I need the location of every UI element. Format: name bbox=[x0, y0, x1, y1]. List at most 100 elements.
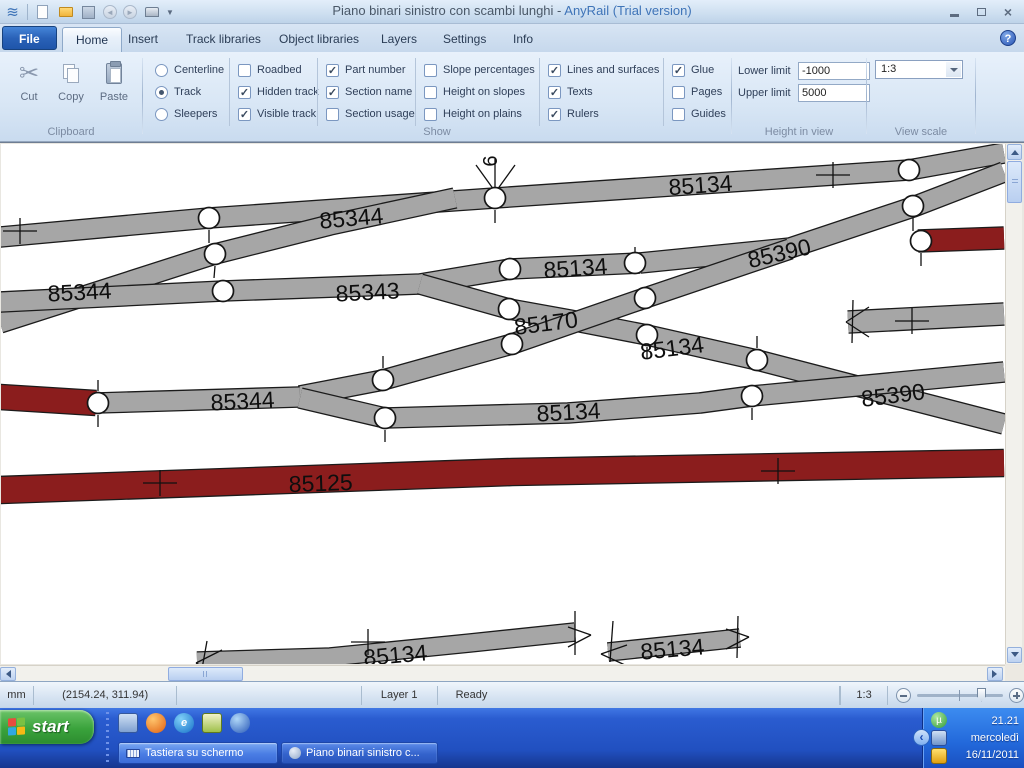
junction-endpoint[interactable] bbox=[373, 370, 394, 391]
checkbox-lines-and-surfaces[interactable]: ✓Lines and surfaces bbox=[548, 59, 663, 81]
taskbar-button-anyrail[interactable]: Piano binari sinistro c... bbox=[281, 742, 438, 764]
junction-endpoint[interactable] bbox=[635, 288, 656, 309]
radio-icon[interactable] bbox=[155, 108, 168, 121]
tray-chevron-icon[interactable]: ‹ bbox=[913, 729, 930, 746]
on-screen-keyboard-icon[interactable] bbox=[202, 713, 222, 733]
checkbox-rulers[interactable]: ✓Rulers bbox=[548, 103, 663, 125]
tab-track-libraries[interactable]: Track libraries bbox=[173, 27, 274, 52]
junction-endpoint[interactable] bbox=[899, 160, 920, 181]
checkbox-icon[interactable] bbox=[424, 86, 437, 99]
checkbox-section-name[interactable]: ✓Section name bbox=[326, 81, 415, 103]
checkbox-pages[interactable]: Pages bbox=[672, 81, 731, 103]
checkbox-icon[interactable] bbox=[672, 108, 685, 121]
checkbox-roadbed[interactable]: Roadbed bbox=[238, 59, 317, 81]
paste-button[interactable]: Paste bbox=[93, 58, 135, 120]
vertical-scrollbar[interactable] bbox=[1005, 144, 1022, 664]
junction-endpoint[interactable] bbox=[88, 393, 109, 414]
checkbox-height-on-plains[interactable]: Height on plains bbox=[424, 103, 539, 125]
media-player-icon[interactable] bbox=[230, 713, 250, 733]
scroll-right-button[interactable] bbox=[987, 667, 1003, 681]
utorrent-icon[interactable]: µ bbox=[931, 712, 947, 728]
checkbox-visible-track[interactable]: ✓Visible track bbox=[238, 103, 317, 125]
junction-endpoint[interactable] bbox=[205, 244, 226, 265]
scroll-up-button[interactable] bbox=[1007, 144, 1022, 160]
close-button[interactable]: × bbox=[998, 4, 1018, 19]
checkbox-section-usage[interactable]: Section usage bbox=[326, 103, 415, 125]
radio-sleepers[interactable]: Sleepers bbox=[155, 103, 229, 125]
track-plan-canvas[interactable]: 8534485134853448534385134853908517085134… bbox=[1, 144, 1005, 664]
taskbar-button-keyboard[interactable]: Tastiera su schermo bbox=[118, 742, 278, 764]
junction-endpoint[interactable] bbox=[213, 281, 234, 302]
junction-endpoint[interactable] bbox=[747, 350, 768, 371]
restore-button[interactable] bbox=[971, 4, 991, 19]
flex-track-segment[interactable] bbox=[1, 397, 96, 403]
copy-button[interactable]: Copy bbox=[50, 58, 92, 120]
checkbox-icon[interactable]: ✓ bbox=[238, 108, 251, 121]
active-layer-indicator[interactable]: Layer 1 bbox=[362, 686, 438, 705]
cut-button[interactable]: ✂ Cut bbox=[8, 58, 50, 120]
checkbox-icon[interactable]: ✓ bbox=[326, 86, 339, 99]
checkbox-icon[interactable]: ✓ bbox=[548, 108, 561, 121]
checkbox-icon[interactable] bbox=[326, 108, 339, 121]
internet-explorer-icon[interactable]: e bbox=[174, 713, 194, 733]
vertical-scroll-thumb[interactable] bbox=[1007, 161, 1022, 203]
minimize-button[interactable] bbox=[944, 4, 964, 19]
scroll-left-button[interactable] bbox=[0, 667, 16, 681]
view-scale-dropdown[interactable]: 1:3 bbox=[875, 60, 963, 79]
checkbox-icon[interactable] bbox=[672, 86, 685, 99]
tab-layers[interactable]: Layers bbox=[368, 27, 430, 52]
help-icon[interactable]: ? bbox=[1000, 30, 1016, 46]
junction-endpoint[interactable] bbox=[911, 231, 932, 252]
antivirus-icon[interactable] bbox=[931, 748, 947, 764]
tab-insert[interactable]: Insert bbox=[115, 27, 171, 52]
junction-endpoint[interactable] bbox=[199, 208, 220, 229]
checkbox-icon[interactable]: ✓ bbox=[672, 64, 685, 77]
junction-endpoint[interactable] bbox=[903, 196, 924, 217]
checkbox-icon[interactable] bbox=[424, 64, 437, 77]
junction-endpoint[interactable] bbox=[375, 408, 396, 429]
tab-object-libraries[interactable]: Object libraries bbox=[266, 27, 372, 52]
tab-home[interactable]: Home bbox=[62, 27, 122, 52]
junction-endpoint[interactable] bbox=[625, 253, 646, 274]
radio-centerline[interactable]: Centerline bbox=[155, 59, 229, 81]
zoom-slider-track[interactable] bbox=[917, 694, 1003, 697]
checkbox-icon[interactable] bbox=[238, 64, 251, 77]
checkbox-icon[interactable]: ✓ bbox=[548, 86, 561, 99]
tab-info[interactable]: Info bbox=[500, 27, 546, 52]
horizontal-scroll-thumb[interactable] bbox=[168, 667, 243, 681]
checkbox-height-on-slopes[interactable]: Height on slopes bbox=[424, 81, 539, 103]
scrollbar-corner bbox=[1005, 665, 1024, 681]
zoom-slider-thumb[interactable] bbox=[977, 688, 986, 702]
junction-endpoint[interactable] bbox=[742, 386, 763, 407]
tab-file[interactable]: File bbox=[2, 26, 57, 50]
app-title: AnyRail (Trial version) bbox=[564, 3, 691, 18]
junction-endpoint[interactable] bbox=[500, 259, 521, 280]
junction-endpoint[interactable] bbox=[485, 188, 506, 209]
checkbox-slope-percentages[interactable]: Slope percentages bbox=[424, 59, 539, 81]
start-button[interactable]: start bbox=[0, 710, 94, 744]
network-status-icon[interactable] bbox=[931, 730, 947, 746]
checkbox-guides[interactable]: Guides bbox=[672, 103, 731, 125]
radio-icon[interactable] bbox=[155, 64, 168, 77]
upper-limit-input[interactable] bbox=[798, 84, 870, 102]
radio-track[interactable]: Track bbox=[155, 81, 229, 103]
radio-icon[interactable] bbox=[155, 86, 168, 99]
lower-limit-input[interactable] bbox=[798, 62, 870, 80]
checkbox-hidden-track[interactable]: ✓Hidden track bbox=[238, 81, 317, 103]
checkbox-icon[interactable]: ✓ bbox=[326, 64, 339, 77]
zoom-in-icon[interactable] bbox=[1009, 688, 1024, 703]
checkbox-icon[interactable] bbox=[424, 108, 437, 121]
checkbox-icon[interactable]: ✓ bbox=[548, 64, 561, 77]
zoom-slider-tick bbox=[959, 690, 960, 701]
checkbox-glue[interactable]: ✓Glue bbox=[672, 59, 731, 81]
checkbox-part-number[interactable]: ✓Part number bbox=[326, 59, 415, 81]
scroll-down-button[interactable] bbox=[1007, 647, 1022, 663]
checkbox-icon[interactable]: ✓ bbox=[238, 86, 251, 99]
horizontal-scrollbar[interactable] bbox=[0, 665, 1005, 681]
tab-settings[interactable]: Settings bbox=[430, 27, 499, 52]
checkbox-texts[interactable]: ✓Texts bbox=[548, 81, 663, 103]
show-desktop-icon[interactable] bbox=[118, 713, 138, 733]
firefox-icon[interactable] bbox=[146, 713, 166, 733]
zoom-out-icon[interactable] bbox=[896, 688, 911, 703]
zoom-slider[interactable] bbox=[888, 686, 1024, 705]
